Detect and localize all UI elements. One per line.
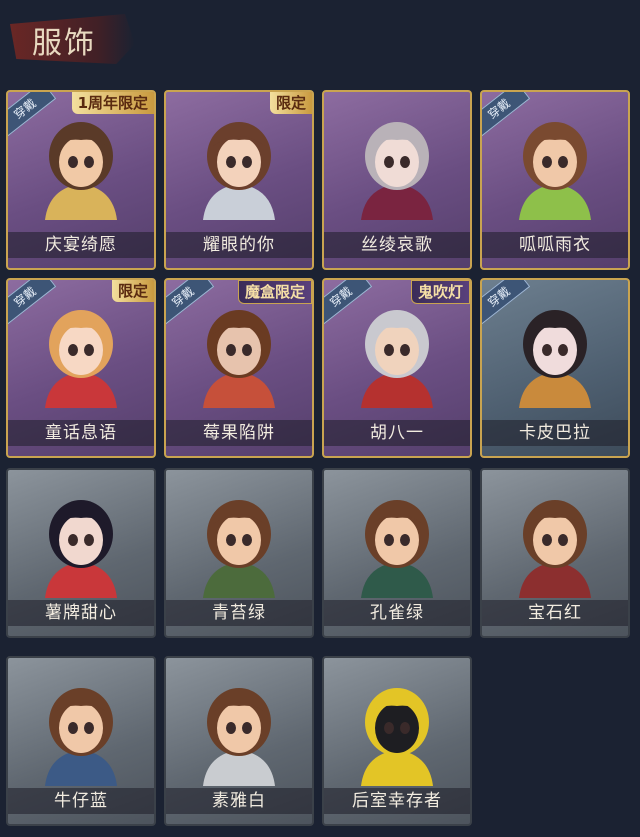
costume-name: 后室幸存者 <box>324 788 470 814</box>
limited-badge: 魔盒限定 <box>237 280 312 304</box>
costume-name: 丝绫哀歌 <box>324 232 470 258</box>
character-portrait <box>519 310 591 408</box>
limited-badge: 1周年限定 <box>71 92 154 114</box>
costume-name: 耀眼的你 <box>166 232 312 258</box>
costume-name: 薯牌甜心 <box>8 600 154 626</box>
costume-name: 牛仔蓝 <box>8 788 154 814</box>
character-portrait <box>203 310 275 408</box>
costume-name: 庆宴绮愿 <box>8 232 154 258</box>
costume-card[interactable]: 穿戴 呱呱雨衣 <box>480 90 630 270</box>
costume-card[interactable]: 穿戴 魔盒限定 莓果陷阱 <box>164 278 314 458</box>
costume-name: 卡皮巴拉 <box>482 420 628 446</box>
costume-card[interactable]: 牛仔蓝 <box>6 656 156 826</box>
character-portrait <box>519 500 591 598</box>
costume-card[interactable]: 穿戴 1周年限定 庆宴绮愿 <box>6 90 156 270</box>
costume-name: 孔雀绿 <box>324 600 470 626</box>
costume-card[interactable]: 穿戴 鬼吹灯 胡八一 <box>322 278 472 458</box>
costume-card[interactable]: 穿戴 限定 童话息语 <box>6 278 156 458</box>
costume-name: 宝石红 <box>482 600 628 626</box>
costume-card[interactable]: 薯牌甜心 <box>6 468 156 638</box>
character-portrait <box>45 122 117 220</box>
costume-name: 青苔绿 <box>166 600 312 626</box>
costume-card[interactable]: 丝绫哀歌 <box>322 90 472 270</box>
character-portrait <box>203 122 275 220</box>
costume-card[interactable]: 素雅白 <box>164 656 314 826</box>
character-portrait <box>203 500 275 598</box>
costume-name: 呱呱雨衣 <box>482 232 628 258</box>
costume-name: 童话息语 <box>8 420 154 446</box>
costume-card[interactable]: 孔雀绿 <box>322 468 472 638</box>
limited-badge: 鬼吹灯 <box>410 280 470 304</box>
costume-grid: 穿戴 1周年限定 庆宴绮愿 限定 耀眼的你 丝绫哀歌 穿戴 呱呱雨衣 穿戴 限定 童话息语 穿戴 魔盒限… <box>0 0 640 837</box>
costume-card[interactable]: 宝石红 <box>480 468 630 638</box>
character-portrait <box>361 122 433 220</box>
costume-name: 胡八一 <box>324 420 470 446</box>
limited-badge: 限定 <box>111 280 154 302</box>
costume-card[interactable]: 青苔绿 <box>164 468 314 638</box>
character-portrait <box>45 310 117 408</box>
character-portrait <box>519 122 591 220</box>
character-portrait <box>361 310 433 408</box>
character-portrait <box>45 688 117 786</box>
costume-name: 素雅白 <box>166 788 312 814</box>
costume-name: 莓果陷阱 <box>166 420 312 446</box>
character-portrait <box>45 500 117 598</box>
limited-badge: 限定 <box>269 92 312 114</box>
character-portrait <box>203 688 275 786</box>
costume-card[interactable]: 限定耀眼的你 <box>164 90 314 270</box>
character-portrait <box>361 688 433 786</box>
costume-card[interactable]: 后室幸存者 <box>322 656 472 826</box>
character-portrait <box>361 500 433 598</box>
costume-card[interactable]: 穿戴 卡皮巴拉 <box>480 278 630 458</box>
